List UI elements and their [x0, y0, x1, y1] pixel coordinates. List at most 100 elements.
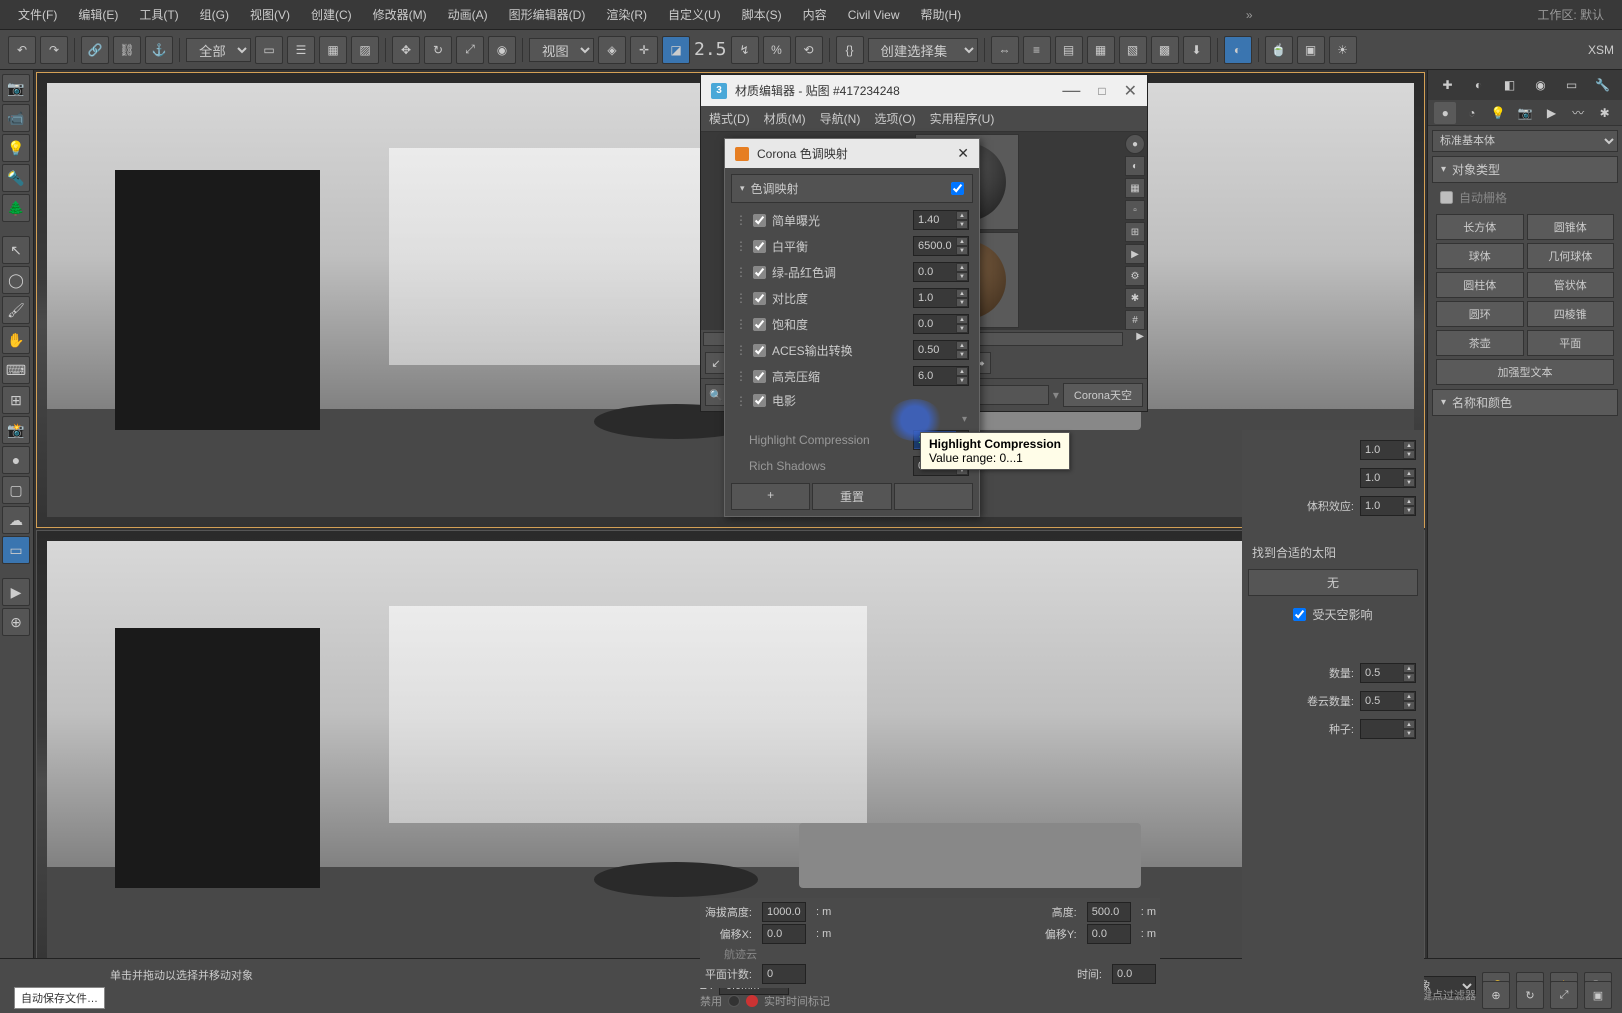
sample-uv-icon[interactable]: ▫	[1125, 200, 1145, 220]
sky-affected-checkbox[interactable]	[1293, 608, 1306, 621]
workspace-selector[interactable]: 工作区: 默认	[1529, 2, 1612, 27]
utilities-tab-icon[interactable]: 🔧	[1592, 74, 1614, 96]
wb-input[interactable]	[914, 238, 956, 254]
tint-checkbox[interactable]	[753, 266, 766, 279]
offsetx-input[interactable]	[763, 926, 805, 942]
menu-create[interactable]: 创建(C)	[303, 2, 360, 27]
rec-on-icon[interactable]	[746, 995, 758, 1007]
spinner-up-icon[interactable]: ▲	[956, 237, 968, 246]
move-icon[interactable]: ✥	[392, 36, 420, 64]
spinner-up-icon[interactable]: ▲	[956, 367, 968, 376]
aces-input[interactable]	[914, 342, 956, 358]
material-menu-mode[interactable]: 模式(D)	[709, 110, 750, 127]
aces-checkbox[interactable]	[753, 344, 766, 357]
array-icon[interactable]: ⊞	[2, 386, 30, 414]
third-button[interactable]	[894, 483, 973, 510]
tonemap-section-header[interactable]: 色调映射	[731, 174, 973, 203]
none-button[interactable]: 无	[1248, 569, 1418, 596]
spinner-down-icon[interactable]: ▼	[956, 272, 968, 281]
systems-icon[interactable]: ✱	[1594, 102, 1616, 124]
nav6-icon[interactable]: ⤢	[1550, 981, 1578, 1009]
menu-help[interactable]: 帮助(H)	[912, 2, 969, 27]
angle-snap-icon[interactable]: ◪	[662, 36, 690, 64]
snap-icon[interactable]: ✛	[630, 36, 658, 64]
render-icon[interactable]: ☀	[1329, 36, 1357, 64]
rec-off-icon[interactable]	[728, 995, 740, 1007]
teapot-button[interactable]: 茶壶	[1436, 330, 1524, 356]
corona-close-icon[interactable]: ✕	[957, 145, 969, 162]
matid-icon[interactable]: #	[1125, 310, 1145, 330]
undo-icon[interactable]: ↶	[8, 36, 36, 64]
spotlight-icon[interactable]: 🔦	[2, 164, 30, 192]
helpers-icon[interactable]: ▶	[1541, 102, 1563, 124]
sphere-button[interactable]: 球体	[1436, 243, 1524, 269]
material-menu-nav[interactable]: 导航(N)	[820, 110, 861, 127]
motion-tab-icon[interactable]: ◉	[1530, 74, 1552, 96]
sample-type-icon[interactable]: ●	[1125, 134, 1145, 154]
hierarchy-tab-icon[interactable]: ◧	[1499, 74, 1521, 96]
sphere-tool-icon[interactable]: ●	[2, 446, 30, 474]
camera-icon[interactable]: 📷	[2, 74, 30, 102]
scale-icon[interactable]: ⤢	[456, 36, 484, 64]
geosphere-button[interactable]: 几何球体	[1527, 243, 1615, 269]
cameras-icon[interactable]: 📷	[1514, 102, 1536, 124]
auto-grid-checkbox[interactable]	[1440, 191, 1453, 204]
spinner-up-icon[interactable]: ▲	[956, 289, 968, 298]
cone-button[interactable]: 圆锥体	[1527, 214, 1615, 240]
offsety-input[interactable]	[1088, 926, 1130, 942]
material-editor-icon[interactable]: ◐	[1224, 36, 1252, 64]
pyramid-button[interactable]: 四棱锥	[1527, 301, 1615, 327]
rect-tool-icon[interactable]: ▭	[2, 536, 30, 564]
render-frame-icon[interactable]: ▣	[1297, 36, 1325, 64]
menu-customize[interactable]: 自定义(U)	[660, 2, 729, 27]
spinner-down-icon[interactable]: ▼	[956, 246, 968, 255]
create-tab-icon[interactable]: ✚	[1437, 74, 1459, 96]
time-input[interactable]	[1113, 966, 1155, 982]
manipulate-icon[interactable]: ✋	[2, 326, 30, 354]
window-crossing-icon[interactable]: ▨	[351, 36, 379, 64]
geom-icon[interactable]: ●	[1434, 102, 1456, 124]
menu-civil[interactable]: Civil View	[840, 4, 908, 26]
menu-tools[interactable]: 工具(T)	[131, 2, 186, 27]
coord-system[interactable]: 视图	[529, 38, 594, 62]
play-icon[interactable]: ▶	[2, 578, 30, 606]
placement-icon[interactable]: ◉	[488, 36, 516, 64]
menu-edit[interactable]: 编辑(E)	[70, 2, 126, 27]
saturation-checkbox[interactable]	[753, 318, 766, 331]
saturation-input[interactable]	[914, 316, 956, 332]
nav4-icon[interactable]: ⊕	[1482, 981, 1510, 1009]
make-preview-icon[interactable]: ▶	[1125, 244, 1145, 264]
primitive-category[interactable]: 标准基本体	[1432, 130, 1618, 152]
lasso-icon[interactable]: ◯	[2, 266, 30, 294]
menu-content[interactable]: 内容	[795, 2, 835, 27]
layer-icon[interactable]: ▤	[1055, 36, 1083, 64]
hlcompress-checkbox[interactable]	[753, 370, 766, 383]
material-type-button[interactable]: Corona天空	[1063, 383, 1143, 407]
spinner-up-icon[interactable]: ▲	[956, 341, 968, 350]
link-icon[interactable]: 🔗	[81, 36, 109, 64]
torus-button[interactable]: 圆环	[1436, 301, 1524, 327]
cube-tool-icon[interactable]: ▢	[2, 476, 30, 504]
altitude-input[interactable]	[763, 904, 805, 920]
contrast-checkbox[interactable]	[753, 292, 766, 305]
pivot-icon[interactable]: ◈	[598, 36, 626, 64]
object-type-header[interactable]: 对象类型	[1432, 156, 1618, 183]
spinner-snap-icon[interactable]: %	[763, 36, 791, 64]
background-icon[interactable]: ▦	[1125, 178, 1145, 198]
options-icon[interactable]: ⚙	[1125, 266, 1145, 286]
menu-file[interactable]: 文件(F)	[10, 2, 65, 27]
spinner-snap2-icon[interactable]: ⟲	[795, 36, 823, 64]
spinner-down-icon[interactable]: ▼	[956, 220, 968, 229]
material-dl-icon[interactable]: ⬇	[1183, 36, 1211, 64]
material-close-icon[interactable]: ✕	[1124, 81, 1137, 101]
named-selection[interactable]: 创建选择集	[868, 38, 978, 62]
hlcompress-input[interactable]	[914, 368, 956, 384]
menu-animation[interactable]: 动画(A)	[440, 2, 496, 27]
video-check-icon[interactable]: ⊞	[1125, 222, 1145, 242]
param2-input[interactable]	[1361, 470, 1403, 486]
name-color-header[interactable]: 名称和颜色	[1432, 389, 1618, 416]
spinner-down-icon[interactable]: ▼	[956, 350, 968, 359]
spacewarps-icon[interactable]: 〰	[1567, 102, 1589, 124]
add-operator-button[interactable]: +	[731, 483, 810, 510]
camera2-icon[interactable]: 📹	[2, 104, 30, 132]
